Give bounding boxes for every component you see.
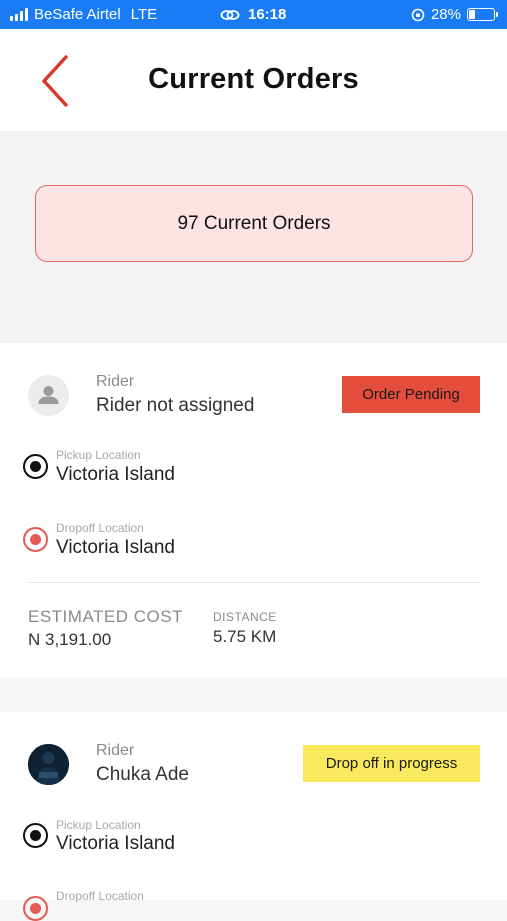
page-title: Current Orders <box>148 63 359 95</box>
status-badge: Drop off in progress <box>303 745 480 782</box>
pickup-marker-icon <box>23 454 48 479</box>
dropoff-marker-icon <box>23 527 48 552</box>
status-badge: Order Pending <box>342 376 480 413</box>
estimated-cost-label: ESTIMATED COST <box>28 607 183 626</box>
battery-level <box>469 10 475 19</box>
order-card[interactable]: Rider Rider not assigned Order Pending P… <box>0 343 507 678</box>
dropoff-label: Dropoff Location <box>56 889 144 903</box>
distance-label: DISTANCE <box>213 610 277 624</box>
signal-icon <box>10 8 28 21</box>
link-icon <box>220 9 240 20</box>
status-bar: BeSafe Airtel LTE 16:18 28% <box>0 0 507 29</box>
pickup-label: Pickup Location <box>56 818 141 832</box>
divider <box>28 582 480 583</box>
rider-label: Rider <box>96 373 135 390</box>
estimated-cost-value: N 3,191.00 <box>28 630 112 649</box>
pickup-marker-icon <box>23 823 48 848</box>
rider-name: Chuka Ade <box>96 764 189 785</box>
status-bar-center: 16:18 <box>220 6 286 23</box>
summary-section: 97 Current Orders <box>0 131 507 343</box>
battery-percent: 28% <box>430 6 461 23</box>
clock: 16:18 <box>248 6 287 23</box>
current-orders-count-banner: 97 Current Orders <box>35 185 473 262</box>
order-card[interactable]: Rider Chuka Ade Drop off in progress Pic… <box>0 712 507 921</box>
dropoff-location: Victoria Island <box>56 537 175 558</box>
rider-photo-icon <box>28 744 69 785</box>
rider-name: Rider not assigned <box>96 395 255 416</box>
status-bar-left: BeSafe Airtel LTE <box>10 6 157 23</box>
dropoff-label: Dropoff Location <box>56 521 144 535</box>
rider-avatar <box>28 744 69 785</box>
pickup-location: Victoria Island <box>56 464 175 485</box>
person-icon <box>38 386 59 404</box>
distance-value: 5.75 KM <box>213 627 277 646</box>
carrier-name: BeSafe Airtel <box>34 6 121 23</box>
network-type: LTE <box>130 6 158 23</box>
rider-label: Rider <box>96 742 135 759</box>
pickup-location: Victoria Island <box>56 833 175 854</box>
battery-icon <box>467 8 498 21</box>
pickup-label: Pickup Location <box>56 448 141 462</box>
orientation-lock-icon <box>411 8 425 21</box>
app-header: Current Orders <box>0 29 507 131</box>
status-bar-right: 28% <box>411 6 498 23</box>
rider-avatar <box>28 375 69 416</box>
